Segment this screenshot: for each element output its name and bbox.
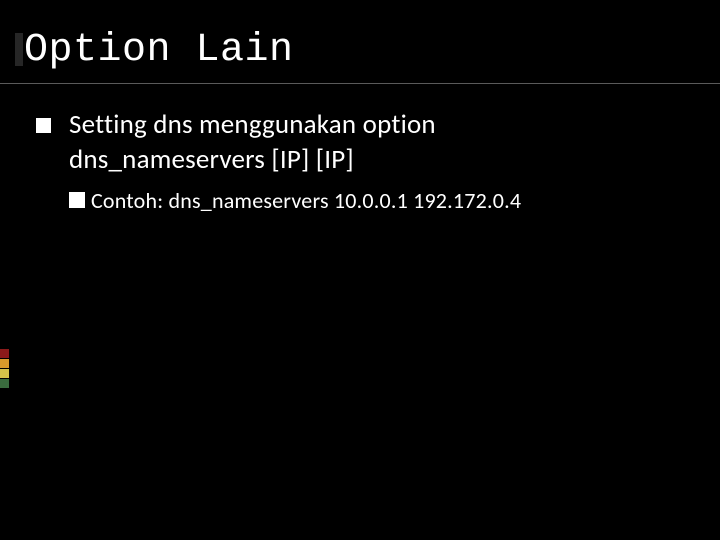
bullet-text: Setting dns menggunakan option dns_names… <box>69 108 436 177</box>
square-bullet-icon <box>36 118 51 133</box>
sub-bullet-text: Contoh: dns_nameservers 10.0.0.1 192.172… <box>91 187 521 216</box>
accent-bar <box>0 369 9 378</box>
sub-bullet-item: Contoh: dns_nameservers 10.0.0.1 192.172… <box>36 187 684 216</box>
decorative-mark <box>15 33 23 66</box>
slide: Option Lain Setting dns menggunakan opti… <box>0 0 720 540</box>
bullet-item: Setting dns menggunakan option dns_names… <box>36 108 684 177</box>
square-outline-bullet-icon <box>69 192 85 208</box>
bullet-line-1: Setting dns menggunakan option <box>69 108 436 141</box>
bullet-line-2: dns_nameservers [IP] [IP] <box>69 143 354 176</box>
slide-content: Setting dns menggunakan option dns_names… <box>0 84 720 216</box>
accent-bars <box>0 349 9 388</box>
slide-title: Option Lain <box>0 0 720 73</box>
accent-bar <box>0 359 9 368</box>
accent-bar <box>0 349 9 358</box>
accent-bar <box>0 379 9 388</box>
